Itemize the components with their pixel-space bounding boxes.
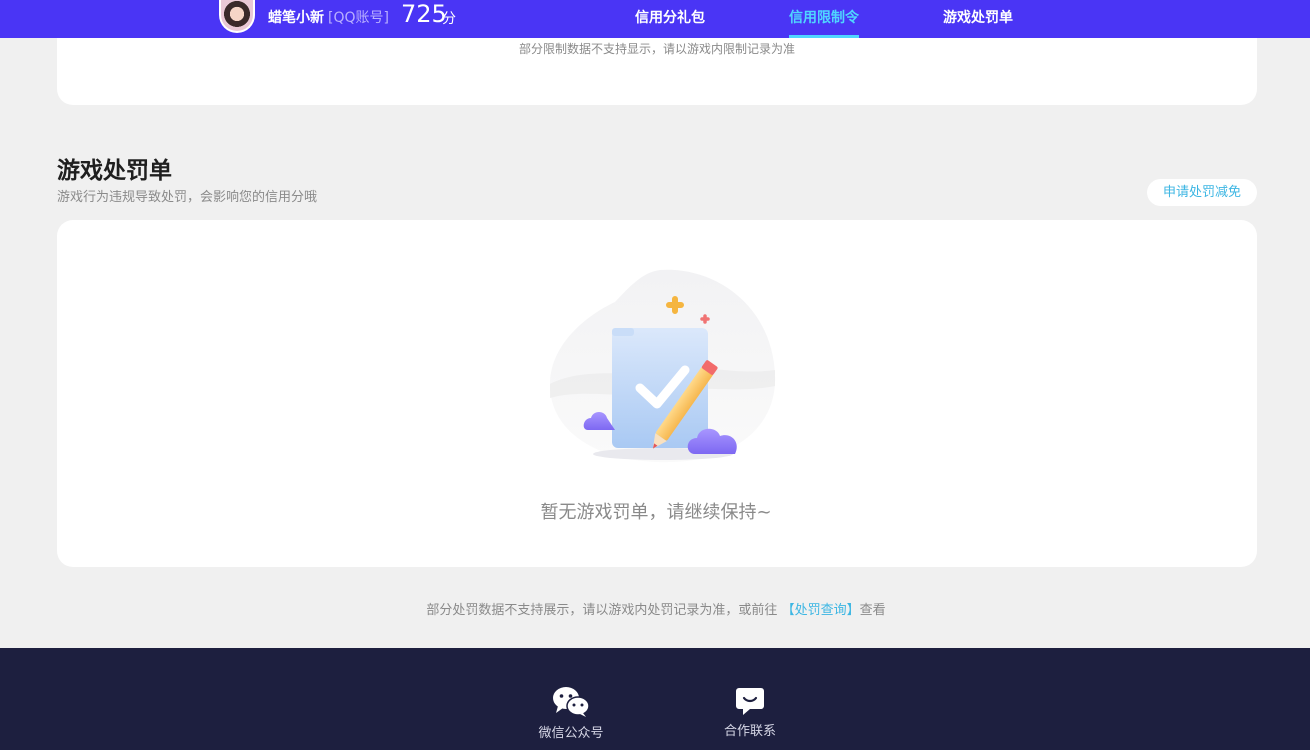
wechat-icon	[553, 687, 590, 717]
top-nav-bar: 蜡笔小新 [QQ账号] 725 分 信用分礼包 信用限制令 游戏处罚单	[0, 0, 1310, 38]
nav-game-penalty[interactable]: 游戏处罚单	[943, 7, 1013, 27]
section-title: 游戏处罚单	[57, 158, 172, 184]
username: 蜡笔小新	[268, 10, 324, 26]
avatar[interactable]	[219, 0, 255, 33]
penalty-note-suffix: 查看	[859, 603, 886, 618]
footer-cooperation-contact[interactable]: 合作联系	[722, 686, 778, 739]
footer-wechat-label: 微信公众号	[538, 726, 604, 741]
active-nav-indicator	[789, 35, 859, 38]
empty-state-text: 暂无游戏罚单，请继续保持~	[540, 502, 772, 523]
footer-contact-label: 合作联系	[723, 724, 776, 739]
apply-penalty-reduction-button[interactable]: 申请处罚减免	[1147, 179, 1257, 206]
empty-state-illustration-icon	[549, 269, 776, 463]
account-type: [QQ账号]	[328, 10, 389, 26]
footer: 微信公众号 合作联系	[0, 648, 1310, 750]
credit-score: 725	[401, 0, 447, 28]
penalty-note: 部分处罚数据不支持展示，请以游戏内处罚记录为准，或前往 【处罚查询】查看	[0, 599, 1310, 618]
penalty-note-text: 部分处罚数据不支持展示，请以游戏内处罚记录为准，或前往	[426, 603, 778, 618]
section-subtitle: 游戏行为违规导致处罚，会影响您的信用分哦	[57, 190, 318, 205]
nav-credit-gift[interactable]: 信用分礼包	[635, 7, 705, 27]
credit-score-unit: 分	[442, 11, 456, 27]
footer-wechat-official-account[interactable]: 微信公众号	[535, 686, 607, 741]
restriction-note: 部分限制数据不支持显示，请以游戏内限制记录为准	[518, 42, 795, 56]
chat-icon	[736, 688, 764, 715]
penalty-query-link[interactable]: 【处罚查询】	[782, 603, 860, 618]
nav-credit-restriction[interactable]: 信用限制令	[789, 7, 859, 27]
